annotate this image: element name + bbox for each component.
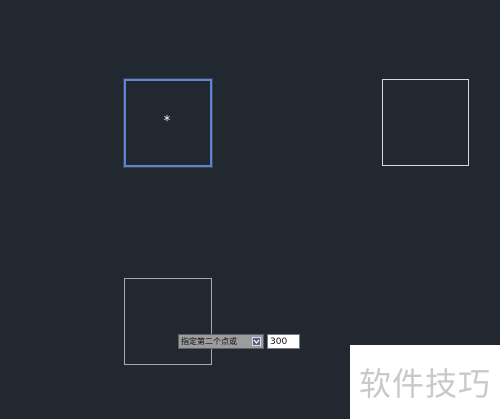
drawing-canvas[interactable]: * 指定第二个点或 软件技巧 <box>0 0 500 419</box>
base-point-marker: * <box>163 114 171 129</box>
chevron-down-icon[interactable] <box>252 337 261 346</box>
dynamic-input-prompt: 指定第二个点或 <box>178 334 264 349</box>
square-object-bottom[interactable] <box>124 278 212 365</box>
watermark: 软件技巧 <box>350 345 500 419</box>
square-object-right[interactable] <box>382 79 469 166</box>
prompt-label: 指定第二个点或 <box>181 337 237 346</box>
watermark-text: 软件技巧 <box>358 365 491 403</box>
distance-input[interactable] <box>267 334 300 349</box>
